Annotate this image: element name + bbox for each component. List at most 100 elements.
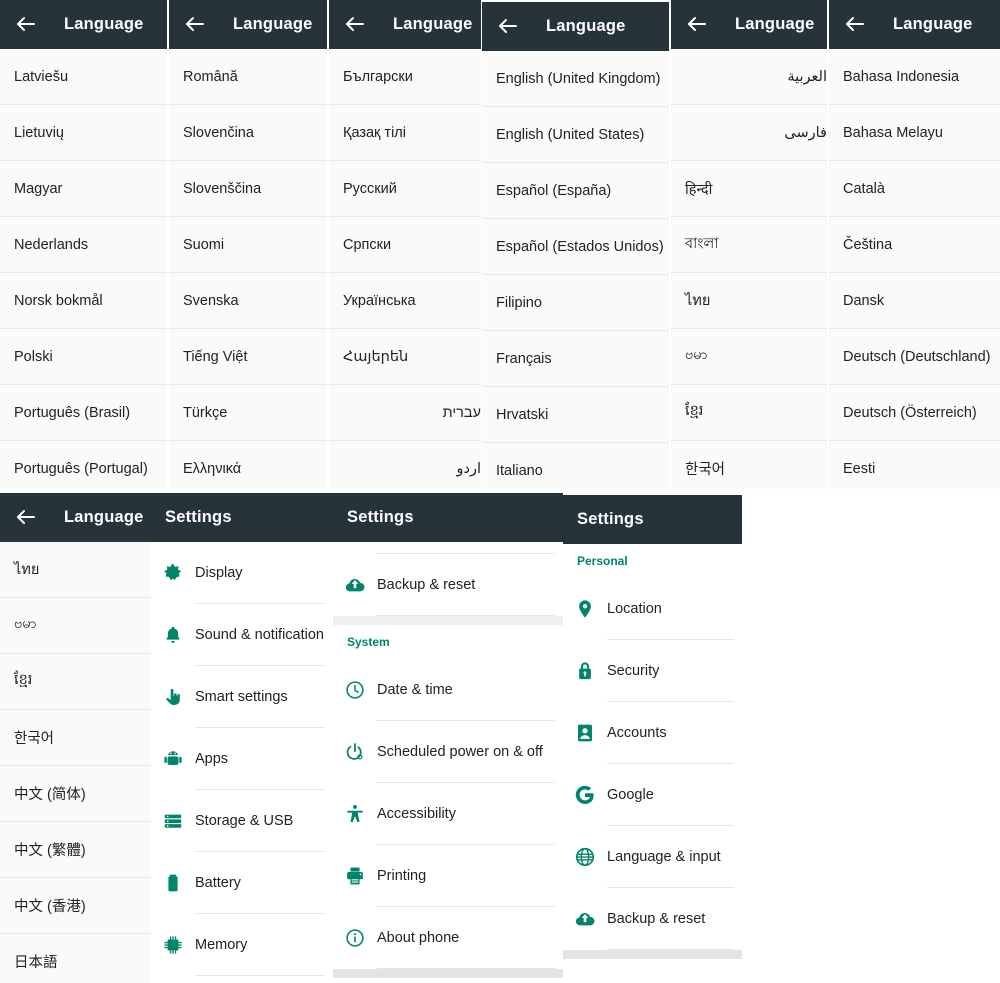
language-list-item[interactable]: עברית (329, 385, 481, 441)
language-list-item[interactable]: Bahasa Indonesia (829, 49, 1000, 105)
language-label: Hrvatski (496, 406, 549, 423)
language-list-item[interactable]: 中文 (香港) (0, 878, 151, 934)
language-list-item[interactable]: 한국어 (0, 710, 151, 766)
back-arrow-icon[interactable] (14, 12, 40, 38)
settings-list-item[interactable]: Google (563, 764, 742, 826)
settings-list-item[interactable]: Accounts (563, 702, 742, 764)
language-list-item[interactable]: ไทย (671, 273, 827, 329)
page-title: Language (893, 15, 973, 33)
language-list-item[interactable]: Tiếng Việt (169, 329, 327, 385)
settings-list-item[interactable]: Language & input (563, 826, 742, 888)
back-arrow-icon[interactable] (496, 14, 522, 40)
back-arrow-icon[interactable] (843, 12, 869, 38)
storage-icon (151, 810, 195, 832)
back-arrow-icon[interactable] (343, 12, 369, 38)
language-list-item[interactable]: Қазақ тілі (329, 105, 481, 161)
language-list-item[interactable]: Dansk (829, 273, 1000, 329)
language-label: Slovenščina (183, 180, 262, 197)
back-arrow-icon[interactable] (14, 505, 40, 531)
language-list-item[interactable]: English (United States) (482, 107, 669, 163)
settings-list-item[interactable]: Backup & reset (563, 888, 742, 950)
settings-list-item[interactable]: Accessibility (333, 783, 563, 845)
language-list-item[interactable]: Eesti (829, 441, 1000, 489)
language-list-item[interactable]: 中文 (简体) (0, 766, 151, 822)
language-list-item[interactable]: Türkçe (169, 385, 327, 441)
language-list-item[interactable]: 日本語 (0, 934, 151, 983)
page-title: Language (233, 15, 313, 33)
language-list-item[interactable]: Հայերեն (329, 329, 481, 385)
language-label: বাংলা (685, 235, 719, 252)
language-list-item[interactable]: ไทย (0, 542, 151, 598)
language-list-item[interactable]: Ελληνικά (169, 441, 327, 489)
language-list-item[interactable]: ဗမာ (0, 598, 151, 654)
language-list-item[interactable]: Lietuvių (0, 105, 167, 161)
language-list-item[interactable]: Suomi (169, 217, 327, 273)
settings-list-item[interactable]: Date & time (333, 659, 563, 721)
settings-list-item[interactable]: Battery (151, 852, 333, 914)
language-list-item[interactable]: Română (169, 49, 327, 105)
language-list-item[interactable]: Русский (329, 161, 481, 217)
settings-list-item[interactable]: Location (563, 578, 742, 640)
back-arrow-icon[interactable] (685, 12, 711, 38)
language-list-item[interactable]: हिन्दी (671, 161, 827, 217)
settings-list-item[interactable]: Memory (151, 914, 333, 976)
language-list-item[interactable]: Deutsch (Österreich) (829, 385, 1000, 441)
language-list-item[interactable]: Bahasa Melayu (829, 105, 1000, 161)
language-list-item[interactable]: Nederlands (0, 217, 167, 273)
language-list-item[interactable]: Hrvatski (482, 387, 669, 443)
language-list-item[interactable]: Svenska (169, 273, 327, 329)
language-list-item[interactable]: Català (829, 161, 1000, 217)
back-arrow-icon[interactable] (183, 12, 209, 38)
settings-list-item[interactable]: Printing (333, 845, 563, 907)
language-list-item[interactable]: English (United Kingdom) (482, 51, 669, 107)
language-list-item[interactable]: Norsk bokmål (0, 273, 167, 329)
language-list-item[interactable]: Українська (329, 273, 481, 329)
language-list-item[interactable]: Latviešu (0, 49, 167, 105)
language-list-item[interactable]: 한국어 (671, 441, 827, 489)
settings-list-item[interactable]: Apps (151, 728, 333, 790)
settings-list-item[interactable]: Security (563, 640, 742, 702)
language-label: Svenska (183, 292, 239, 309)
language-list-item[interactable]: Српски (329, 217, 481, 273)
info-icon (333, 927, 377, 949)
language-list-item[interactable]: Español (España) (482, 163, 669, 219)
settings-list-item[interactable]: About phone (333, 907, 563, 969)
language-list-item[interactable]: 中文 (繁體) (0, 822, 151, 878)
language-panel: Language English (United Kingdom) English … (482, 2, 669, 489)
language-list-item[interactable]: Deutsch (Deutschland) (829, 329, 1000, 385)
settings-item-label: Accessibility (377, 783, 563, 845)
language-list-item[interactable]: Slovenčina (169, 105, 327, 161)
settings-list-item[interactable]: Display (151, 542, 333, 604)
language-list-item[interactable]: Français (482, 331, 669, 387)
language-list-item[interactable]: Filipino (482, 275, 669, 331)
language-list-item[interactable]: Български (329, 49, 481, 105)
language-list-item[interactable]: বাংলা (671, 217, 827, 273)
language-list-item[interactable]: Polski (0, 329, 167, 385)
power-icon (333, 741, 377, 763)
settings-list-item[interactable]: Scheduled power on & off (333, 721, 563, 783)
language-panel: Language Latviešu Lietuvių Magyar Nederlands… (0, 0, 167, 489)
language-list-item[interactable]: Português (Brasil) (0, 385, 167, 441)
settings-list-item[interactable]: Sound & notification (151, 604, 333, 666)
settings-item-label: Backup & reset (607, 888, 742, 950)
language-list-item[interactable]: ဗမာ (671, 329, 827, 385)
language-list-item[interactable]: Čeština (829, 217, 1000, 273)
language-list-item[interactable]: العربية (671, 49, 827, 105)
language-panel: Language Български Қазақ тілі Русский Српски… (329, 0, 481, 489)
settings-list-item[interactable]: Smart settings (151, 666, 333, 728)
page-title: Settings (577, 510, 644, 528)
language-list-item[interactable]: Italiano (482, 443, 669, 489)
settings-list-item[interactable]: Backup & reset (333, 554, 563, 616)
language-list-item[interactable]: Magyar (0, 161, 167, 217)
app-bar: Language (482, 2, 669, 51)
language-list-item[interactable]: ខ្មែរ (671, 385, 827, 441)
language-list-item[interactable]: Slovenščina (169, 161, 327, 217)
language-list-item[interactable]: فارسی (671, 105, 827, 161)
settings-list-item[interactable]: Storage & USB (151, 790, 333, 852)
language-label: اردو (456, 460, 482, 477)
language-list: Română Slovenčina Slovenščina Suomi Svenska T… (169, 49, 327, 489)
language-list-item[interactable]: اردو (329, 441, 481, 489)
language-list-item[interactable]: Português (Portugal) (0, 441, 167, 489)
language-list-item[interactable]: ខ្មែរ (0, 654, 151, 710)
language-list-item[interactable]: Español (Estados Unidos) (482, 219, 669, 275)
